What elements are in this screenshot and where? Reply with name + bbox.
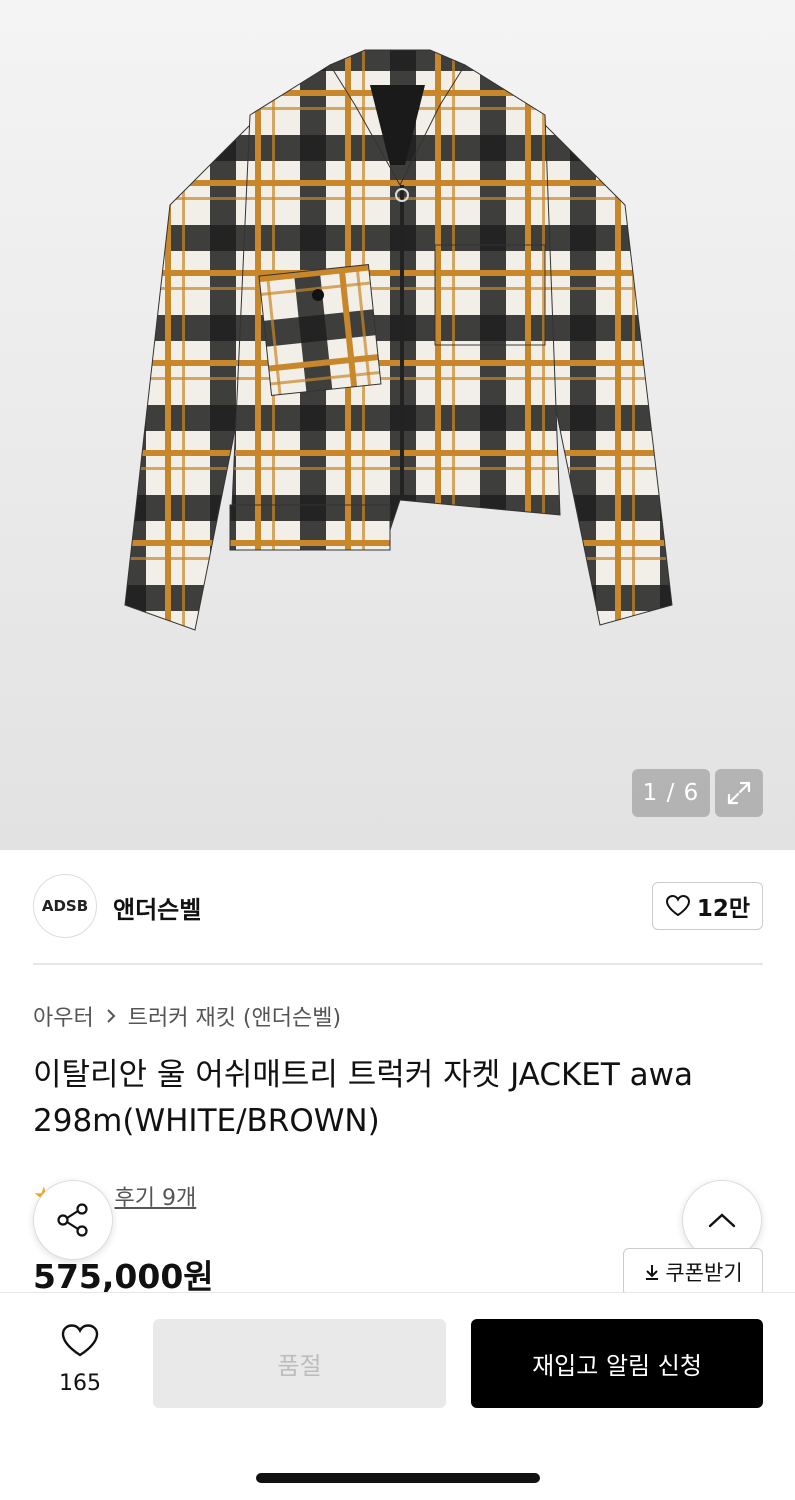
share-icon: [57, 1203, 88, 1237]
product-title: 이탈리안 울 어쉬매트리 트럭커 자켓 JACKET awa 298m(WHIT…: [33, 1052, 773, 1144]
bottom-action-bar: 165 품절 재입고 알림 신청: [0, 1292, 795, 1500]
brand-row: ADSB 앤더슨벨 12만: [33, 874, 763, 938]
brand-like-button[interactable]: 12만: [652, 882, 763, 930]
breadcrumb: 아우터 트러커 재킷 (앤더슨벨): [33, 1000, 341, 1032]
heart-icon: [61, 1324, 99, 1357]
brand-name[interactable]: 앤더슨벨: [113, 890, 201, 925]
expand-button[interactable]: [715, 769, 763, 817]
product-image: [124, 49, 673, 631]
chevron-right-icon: [107, 1009, 116, 1023]
expand-icon: [727, 781, 751, 805]
home-indicator: [256, 1473, 540, 1483]
product-price: 575,000원: [33, 1257, 214, 1296]
brand-like-count: 12만: [696, 896, 751, 922]
breadcrumb-level2[interactable]: 트러커 재킷 (앤더슨벨): [128, 1000, 341, 1032]
review-link[interactable]: 후기 9개: [115, 1180, 197, 1212]
coupon-label: 쿠폰받기: [665, 1261, 743, 1285]
breadcrumb-level1[interactable]: 아우터: [33, 1000, 94, 1032]
image-counter: 1 / 6: [632, 769, 710, 817]
wish-count: 165: [59, 1371, 101, 1396]
wish-button[interactable]: 165: [40, 1323, 120, 1396]
share-button[interactable]: [33, 1180, 113, 1260]
product-image-gallery[interactable]: 1 / 6: [0, 0, 795, 850]
coupon-button[interactable]: 쿠폰받기: [623, 1248, 763, 1296]
brand-logo[interactable]: ADSB: [33, 874, 97, 938]
restock-alert-button[interactable]: 재입고 알림 신청: [471, 1319, 763, 1408]
soldout-button: 품절: [153, 1319, 446, 1408]
product-title-line2: 298m(WHITE/BROWN): [33, 1103, 380, 1139]
chevron-up-icon: [708, 1213, 736, 1228]
product-title-line1: 이탈리안 울 어쉬매트리 트럭커 자켓 JACKET awa: [33, 1057, 694, 1093]
heart-icon: [665, 894, 690, 917]
download-icon: [646, 1265, 659, 1280]
divider: [33, 963, 763, 965]
